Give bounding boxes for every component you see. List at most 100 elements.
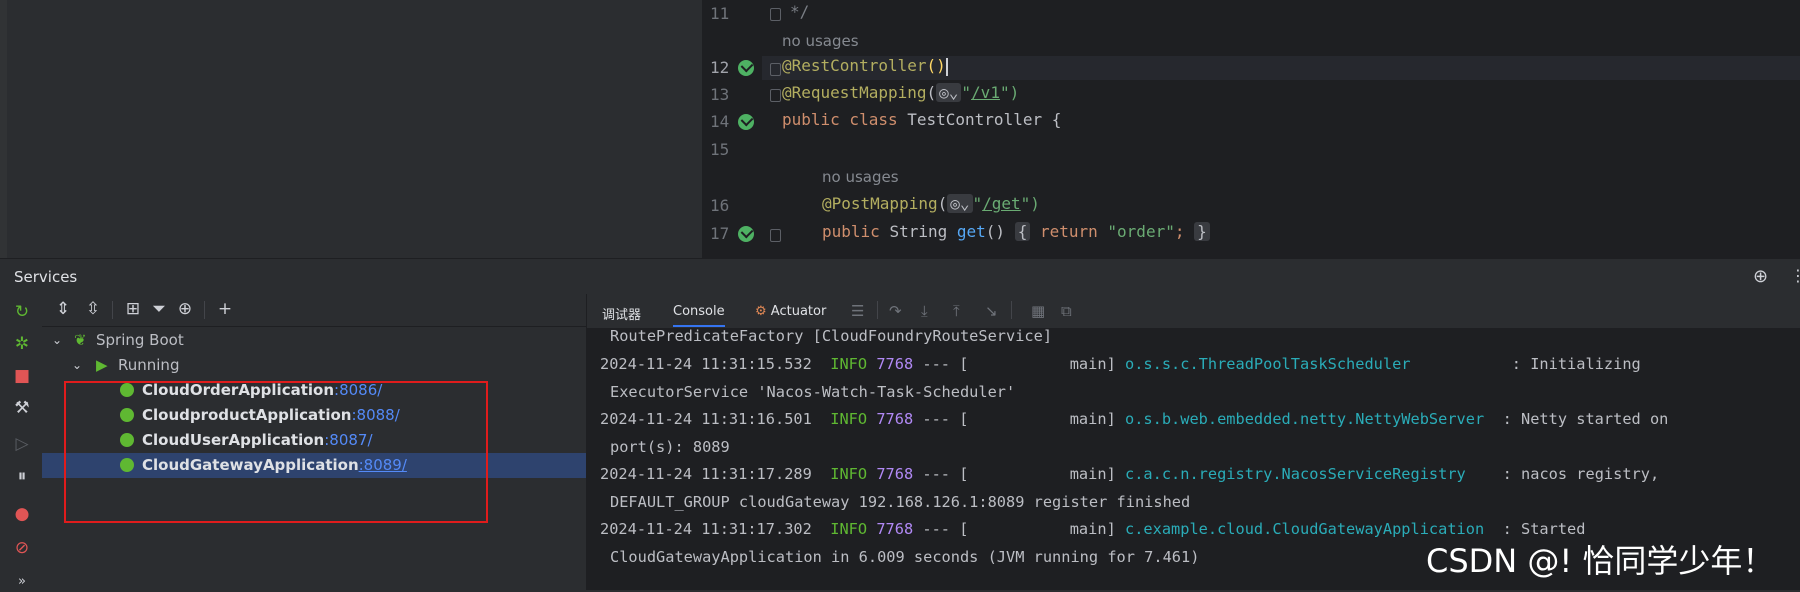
toolbar-separator [112,301,113,319]
code-line-13: @RequestMapping(◎⌄ "/v1") [782,83,1020,102]
thread: --- [ main] [922,465,1116,483]
wrench-icon[interactable]: ⚒ [12,398,32,418]
timestamp: 2024-11-24 11:31:15.532 [600,355,812,373]
step-over-icon[interactable]: ↷ [889,302,902,320]
step-out-icon[interactable]: ⤒ [953,302,960,320]
services-header [0,258,1800,295]
folded-brace-close[interactable]: } [1194,222,1210,241]
folded-brace-open[interactable]: { [1014,222,1031,241]
thread: --- [ main] [922,355,1116,373]
filter-icon[interactable]: ⏷ [148,298,170,320]
run-icon: ▶ [96,356,108,374]
fold-icon[interactable] [770,63,781,76]
log-level: INFO [830,520,868,538]
rerun-icon[interactable]: ↻ [12,302,32,322]
spring-boot-icon: ❦ [74,331,87,349]
crosshair-icon[interactable]: ⊕ [1753,266,1768,287]
code-line-17: public String get() { return "order"; } [822,222,1210,241]
tree-item-spring-boot[interactable]: ⌄ ❦ Spring Boot [42,328,586,353]
tab-console[interactable]: Console [673,304,725,327]
code-line-12: @RestController() [782,56,948,76]
log-message: : Initializing [1410,355,1641,373]
console-line: CloudGatewayApplication in 6.009 seconds… [610,548,1200,566]
log-message: : nacos registry, [1465,465,1660,483]
thread: --- [ main] [922,520,1116,538]
actuator-icon: ⚙ [755,304,767,319]
evaluate-icon[interactable]: ▦ [1031,302,1045,320]
console-line: DEFAULT_GROUP cloudGateway 192.168.126.1… [610,493,1191,511]
breakpoints-icon[interactable]: ● [12,504,32,524]
log-level: INFO [830,355,868,373]
globe-icon[interactable]: ◎⌄ [936,83,962,102]
group-by-icon[interactable]: ⊞ [122,298,144,320]
tree-item-running[interactable]: ⌄ ▶ Running [42,353,586,378]
fold-icon[interactable] [770,89,781,102]
url-path[interactable]: /v1 [971,83,1000,102]
semicolon: ; [1174,222,1185,241]
new-tab-icon[interactable]: ⊕ [174,298,196,320]
console-line: 2024-11-24 11:31:15.532 INFO 7768 --- [ … [600,355,1641,373]
url-path[interactable]: /get [982,194,1021,213]
watermark: CSDN @! 恰同学少年！ [1426,542,1775,580]
logger-class[interactable]: c.a.c.n.registry.NacosServiceRegistry [1125,465,1466,483]
console-line: 2024-11-24 11:31:17.289 INFO 7768 --- [ … [600,465,1659,483]
logger-class[interactable]: o.s.s.c.ThreadPoolTaskScheduler [1125,355,1411,373]
add-service-icon[interactable]: + [214,298,236,320]
more-icon[interactable]: ⋮ [1790,266,1800,285]
string-literal: "order" [1107,222,1175,241]
tab-actuator[interactable]: ⚙ Actuator [755,304,826,319]
console-line: ExecutorService 'Nacos-Watch-Task-Schedu… [610,383,1016,401]
logger-class[interactable]: o.s.b.web.embedded.netty.NettyWebServer [1125,410,1484,428]
log-level: INFO [830,465,868,483]
run-to-cursor-icon[interactable]: ↘ [985,302,998,320]
text-cursor [945,57,948,76]
tab-label: Actuator [770,304,827,319]
toolbar-separator [204,301,205,319]
code-editor[interactable]: 11 */ no usages 12 @RestController() 13 … [702,0,1800,258]
parens: () [926,56,946,75]
trace-icon[interactable]: ⧉ [1061,302,1072,320]
log-message: : Netty started on [1484,410,1669,428]
paren: ( [926,83,937,102]
paren: ( [937,194,948,213]
timestamp: 2024-11-24 11:31:17.302 [600,520,812,538]
tab-debugger[interactable]: 调试器 [602,304,641,323]
fold-icon[interactable] [770,229,781,242]
class-decl: TestController { [907,110,1062,129]
spring-bean-icon[interactable] [738,60,754,76]
resume-icon[interactable]: ▷ [12,434,32,454]
console-line: 2024-11-24 11:31:16.501 INFO 7768 --- [ … [600,410,1668,428]
stop-icon[interactable]: ■ [12,366,32,386]
console-line: RoutePredicateFactory [CloudFoundryRoute… [610,327,1053,345]
debug-icon[interactable]: ✲ [12,334,32,354]
chevron-down-icon[interactable]: ⌄ [52,328,62,353]
line-number: 13 [710,85,730,104]
paren-close: ") [1020,194,1040,213]
line-number: 16 [710,196,730,215]
timestamp: 2024-11-24 11:31:16.501 [600,410,812,428]
globe-icon[interactable]: ◎⌄ [947,194,973,213]
console-line: port(s): 8089 [610,438,730,456]
annotation: @PostMapping [822,194,938,213]
pause-icon[interactable]: ⏸ [12,466,32,486]
more-actions-icon[interactable]: » [12,572,32,592]
left-tool-stripe [0,0,7,258]
chevron-down-icon[interactable]: ⌄ [72,353,82,378]
step-into-icon[interactable]: ⤓ [921,302,928,320]
fold-icon[interactable] [770,8,781,21]
annotation: @RequestMapping [782,83,927,102]
menu-icon[interactable]: ☰ [851,302,864,320]
paren-close: ") [999,83,1020,102]
services-title: Services [14,268,78,286]
toolbar-separator [1011,301,1012,319]
keyword: return [1039,222,1098,241]
console-tab-bar: 调试器 Console ⚙ Actuator ☰ ↷ ⤓ ⤒ ↘ ▦ ⧉ [587,294,1800,329]
spring-bean-icon[interactable] [738,226,754,242]
log-level: INFO [830,410,868,428]
tree-toolbar: ⇕ ⇳ ⊞ ⏷ ⊕ + [42,294,586,327]
collapse-all-icon[interactable]: ⇳ [82,298,104,320]
mute-breakpoints-icon[interactable]: ⊘ [12,538,32,558]
spring-bean-icon[interactable] [738,114,754,130]
tree-item-label: Running [118,356,180,374]
expand-all-icon[interactable]: ⇕ [52,298,74,320]
